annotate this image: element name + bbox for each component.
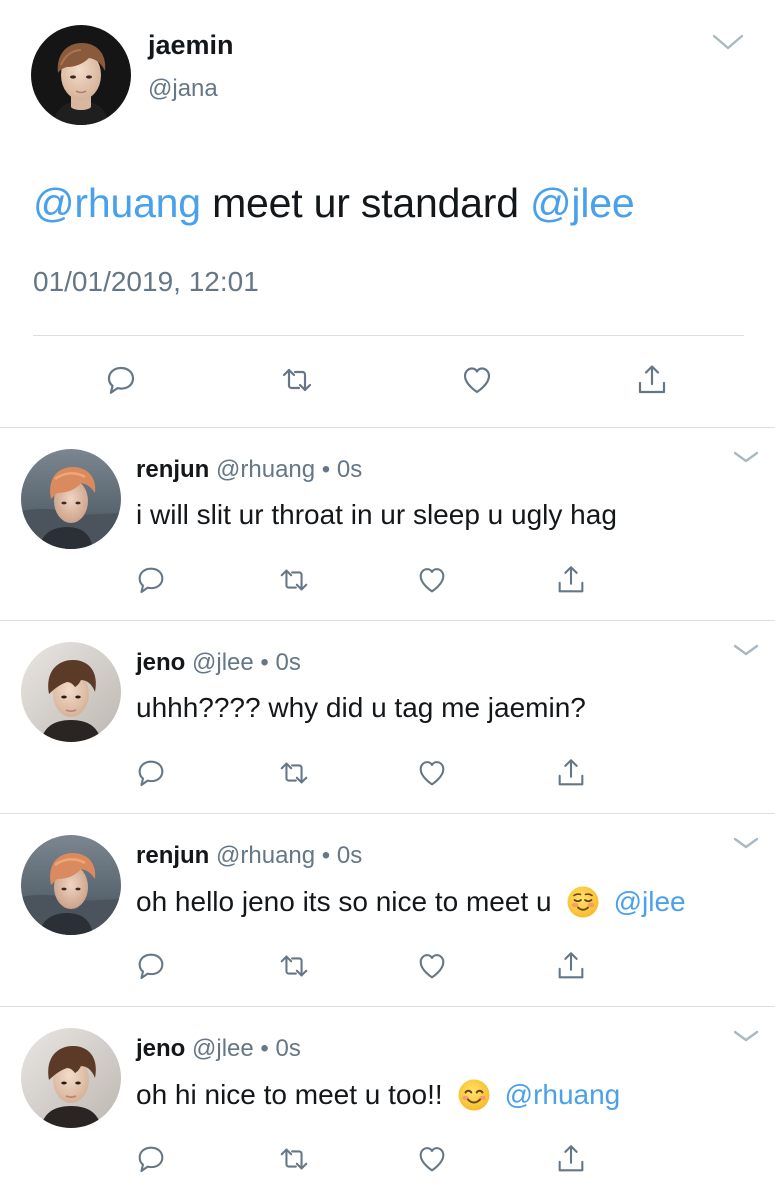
avatar[interactable]: [21, 1028, 121, 1128]
avatar[interactable]: [21, 642, 121, 742]
author-name[interactable]: jeno: [136, 1035, 185, 1062]
author-name[interactable]: jeno: [136, 649, 185, 676]
reply-tweet[interactable]: renjun @rhuang • 0s oh hello jeno its so…: [0, 814, 775, 1007]
avatar[interactable]: [21, 449, 121, 549]
heart-icon[interactable]: [415, 563, 449, 597]
retweet-icon[interactable]: [279, 362, 315, 398]
author-handle[interactable]: @jlee: [192, 1035, 254, 1062]
chevron-down-icon[interactable]: [730, 446, 762, 468]
reply-tweet[interactable]: jeno @jlee • 0s oh hi nice to meet u too…: [0, 1007, 775, 1200]
reply-tweet[interactable]: renjun @rhuang • 0s i will slit ur throa…: [0, 428, 775, 621]
chevron-down-icon[interactable]: [708, 28, 748, 56]
chevron-down-icon[interactable]: [730, 639, 762, 661]
separator: •: [321, 842, 331, 869]
retweet-icon[interactable]: [277, 756, 311, 790]
share-icon[interactable]: [554, 563, 588, 597]
avatar[interactable]: [31, 25, 131, 125]
reply-icon[interactable]: [134, 1142, 168, 1176]
relieved-face-emoji: [566, 885, 600, 919]
chevron-down-icon[interactable]: [730, 832, 762, 854]
share-icon[interactable]: [554, 1142, 588, 1176]
reply-time: 0s: [336, 842, 363, 869]
divider: [33, 335, 744, 336]
author-handle[interactable]: @jlee: [192, 649, 254, 676]
heart-icon[interactable]: [415, 756, 449, 790]
mention-link[interactable]: @rhuang: [505, 1079, 621, 1111]
reply-meta: renjun @rhuang • 0s: [136, 842, 362, 870]
heart-icon[interactable]: [415, 1142, 449, 1176]
reply-body: i will slit ur throat in ur sleep u ugly…: [136, 499, 617, 530]
reply-meta: jeno @jlee • 0s: [136, 1035, 301, 1063]
reply-time: 0s: [275, 649, 301, 676]
heart-icon[interactable]: [459, 362, 495, 398]
retweet-icon[interactable]: [277, 1142, 311, 1176]
share-icon[interactable]: [554, 756, 588, 790]
reply-meta: renjun @rhuang • 0s: [136, 456, 362, 484]
tweet-timestamp: 01/01/2019, 12:01: [33, 266, 259, 297]
author-handle[interactable]: @rhuang: [216, 456, 315, 483]
author-handle[interactable]: @rhuang: [216, 842, 315, 869]
main-tweet: jaemin @jana @rhuang meet ur standard @j…: [0, 0, 775, 428]
reply-text: oh hi nice to meet u too!! @rhuang: [136, 1078, 620, 1112]
author-name[interactable]: renjun: [136, 842, 209, 869]
reply-icon[interactable]: [134, 563, 168, 597]
reply-text: uhhh???? why did u tag me jaemin?: [136, 692, 586, 724]
reply-time: 0s: [336, 456, 363, 483]
reply-body: uhhh???? why did u tag me jaemin?: [136, 692, 586, 723]
avatar[interactable]: [21, 835, 121, 935]
reply-icon[interactable]: [134, 756, 168, 790]
share-icon[interactable]: [554, 949, 588, 983]
reply-text: i will slit ur throat in ur sleep u ugly…: [136, 499, 617, 531]
mention-link[interactable]: @rhuang: [33, 180, 201, 226]
reply-body: oh hello jeno its so nice to meet u: [136, 886, 552, 917]
smiling-face-emoji: [457, 1078, 491, 1112]
reply-text: oh hello jeno its so nice to meet u @jle…: [136, 885, 686, 919]
mention-link[interactable]: @jlee: [614, 886, 686, 918]
reply-time: 0s: [275, 1035, 301, 1062]
reply-icon[interactable]: [134, 949, 168, 983]
author-name[interactable]: renjun: [136, 456, 209, 483]
reply-body: oh hi nice to meet u too!!: [136, 1079, 443, 1110]
author-name[interactable]: jaemin: [148, 30, 234, 61]
reply-meta: jeno @jlee • 0s: [136, 649, 301, 677]
separator: •: [321, 456, 331, 483]
reply-tweet[interactable]: jeno @jlee • 0s uhhh???? why did u tag m…: [0, 621, 775, 814]
retweet-icon[interactable]: [277, 563, 311, 597]
mention-link[interactable]: @jlee: [530, 180, 635, 226]
share-icon[interactable]: [634, 362, 670, 398]
separator: •: [260, 1035, 269, 1062]
retweet-icon[interactable]: [277, 949, 311, 983]
author-handle[interactable]: @jana: [148, 75, 218, 103]
reply-icon[interactable]: [103, 362, 139, 398]
tweet-text: @rhuang meet ur standard @jlee: [33, 180, 635, 227]
heart-icon[interactable]: [415, 949, 449, 983]
separator: •: [260, 649, 269, 676]
avatar-image: [31, 25, 131, 125]
chevron-down-icon[interactable]: [730, 1025, 762, 1047]
tweet-body: meet ur standard: [200, 180, 531, 226]
